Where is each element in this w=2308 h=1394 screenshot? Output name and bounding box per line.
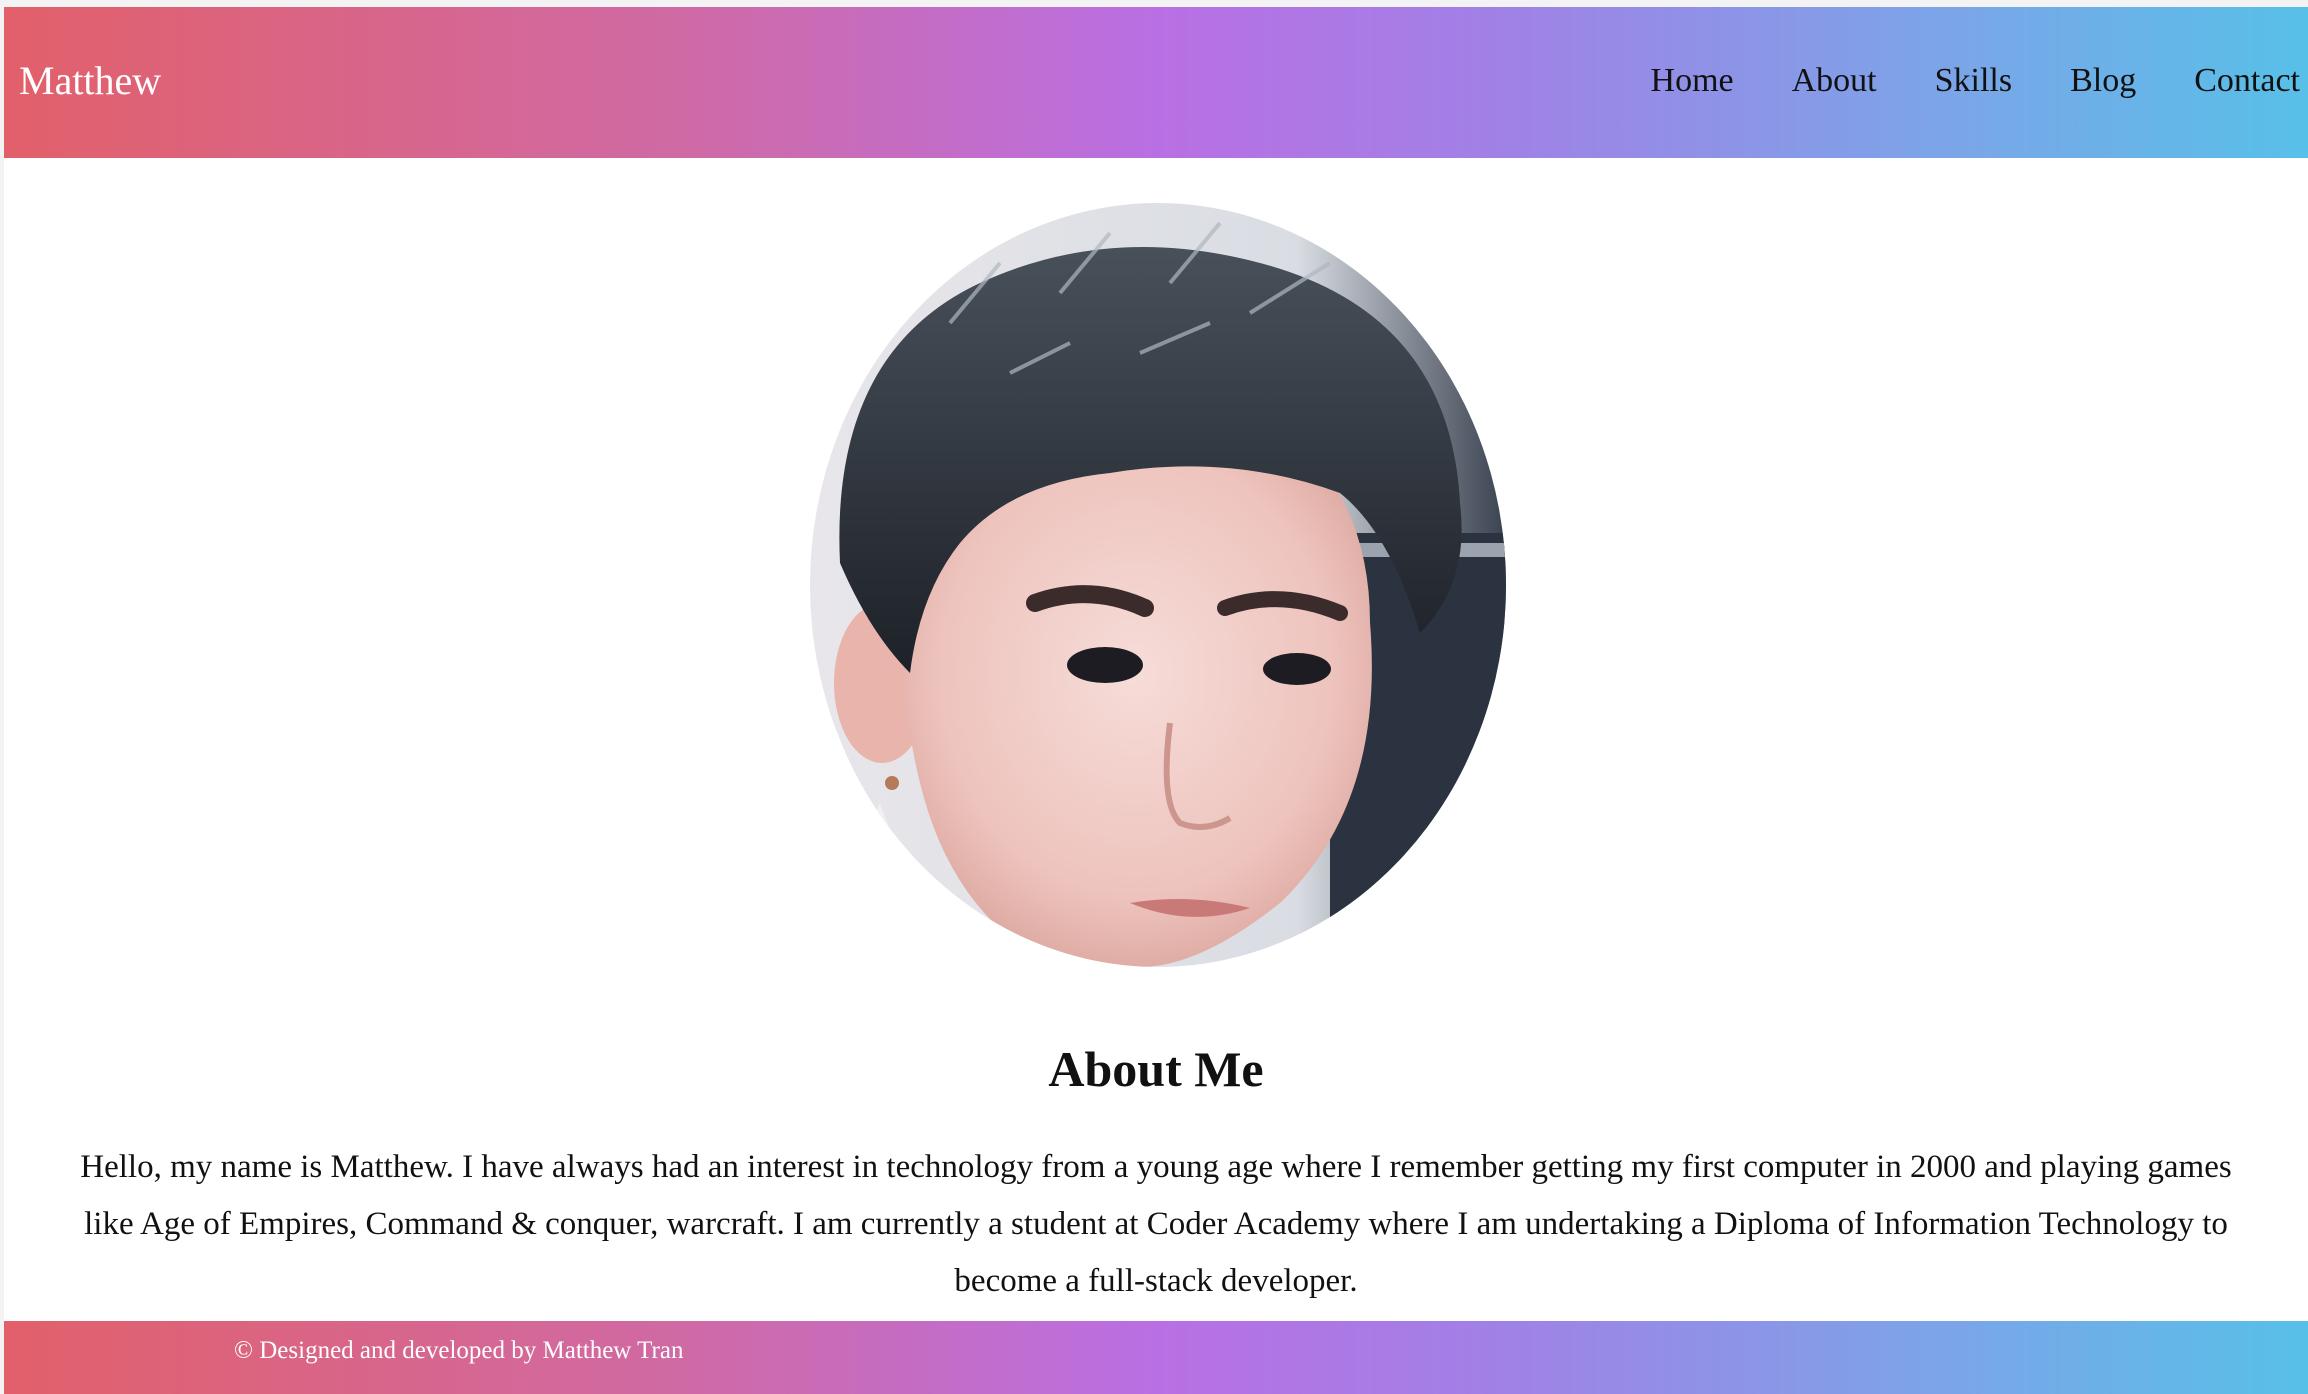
profile-photo-icon xyxy=(810,203,1506,967)
nav-link-skills[interactable]: Skills xyxy=(1935,61,2012,101)
nav-item-about: About xyxy=(1792,61,1877,101)
nav-link-about[interactable]: About xyxy=(1792,61,1877,101)
nav-item-contact: Contact xyxy=(2194,61,2300,101)
main-nav: Home About Skills Blog Contact xyxy=(1651,61,2300,101)
nav-link-home[interactable]: Home xyxy=(1651,61,1734,101)
about-bio: Hello, my name is Matthew. I have always… xyxy=(80,1149,2232,1299)
about-heading: About Me xyxy=(1048,1041,1264,1097)
nav-link-contact[interactable]: Contact xyxy=(2194,61,2300,101)
page: Matthew Home About Skills Blog Contact A… xyxy=(4,7,2308,1394)
nav-item-blog: Blog xyxy=(2070,61,2136,101)
site-header: Matthew Home About Skills Blog Contact xyxy=(4,7,2308,158)
footer-copyright: © Designed and developed by Matthew Tran xyxy=(234,1337,684,1364)
brand-logo[interactable]: Matthew xyxy=(19,57,161,105)
site-footer: © Designed and developed by Matthew Tran xyxy=(4,1321,2308,1394)
nav-link-blog[interactable]: Blog xyxy=(2070,61,2136,101)
nav-item-skills: Skills xyxy=(1935,61,2012,101)
nav-item-home: Home xyxy=(1651,61,1734,101)
profile-photo xyxy=(810,203,1506,967)
